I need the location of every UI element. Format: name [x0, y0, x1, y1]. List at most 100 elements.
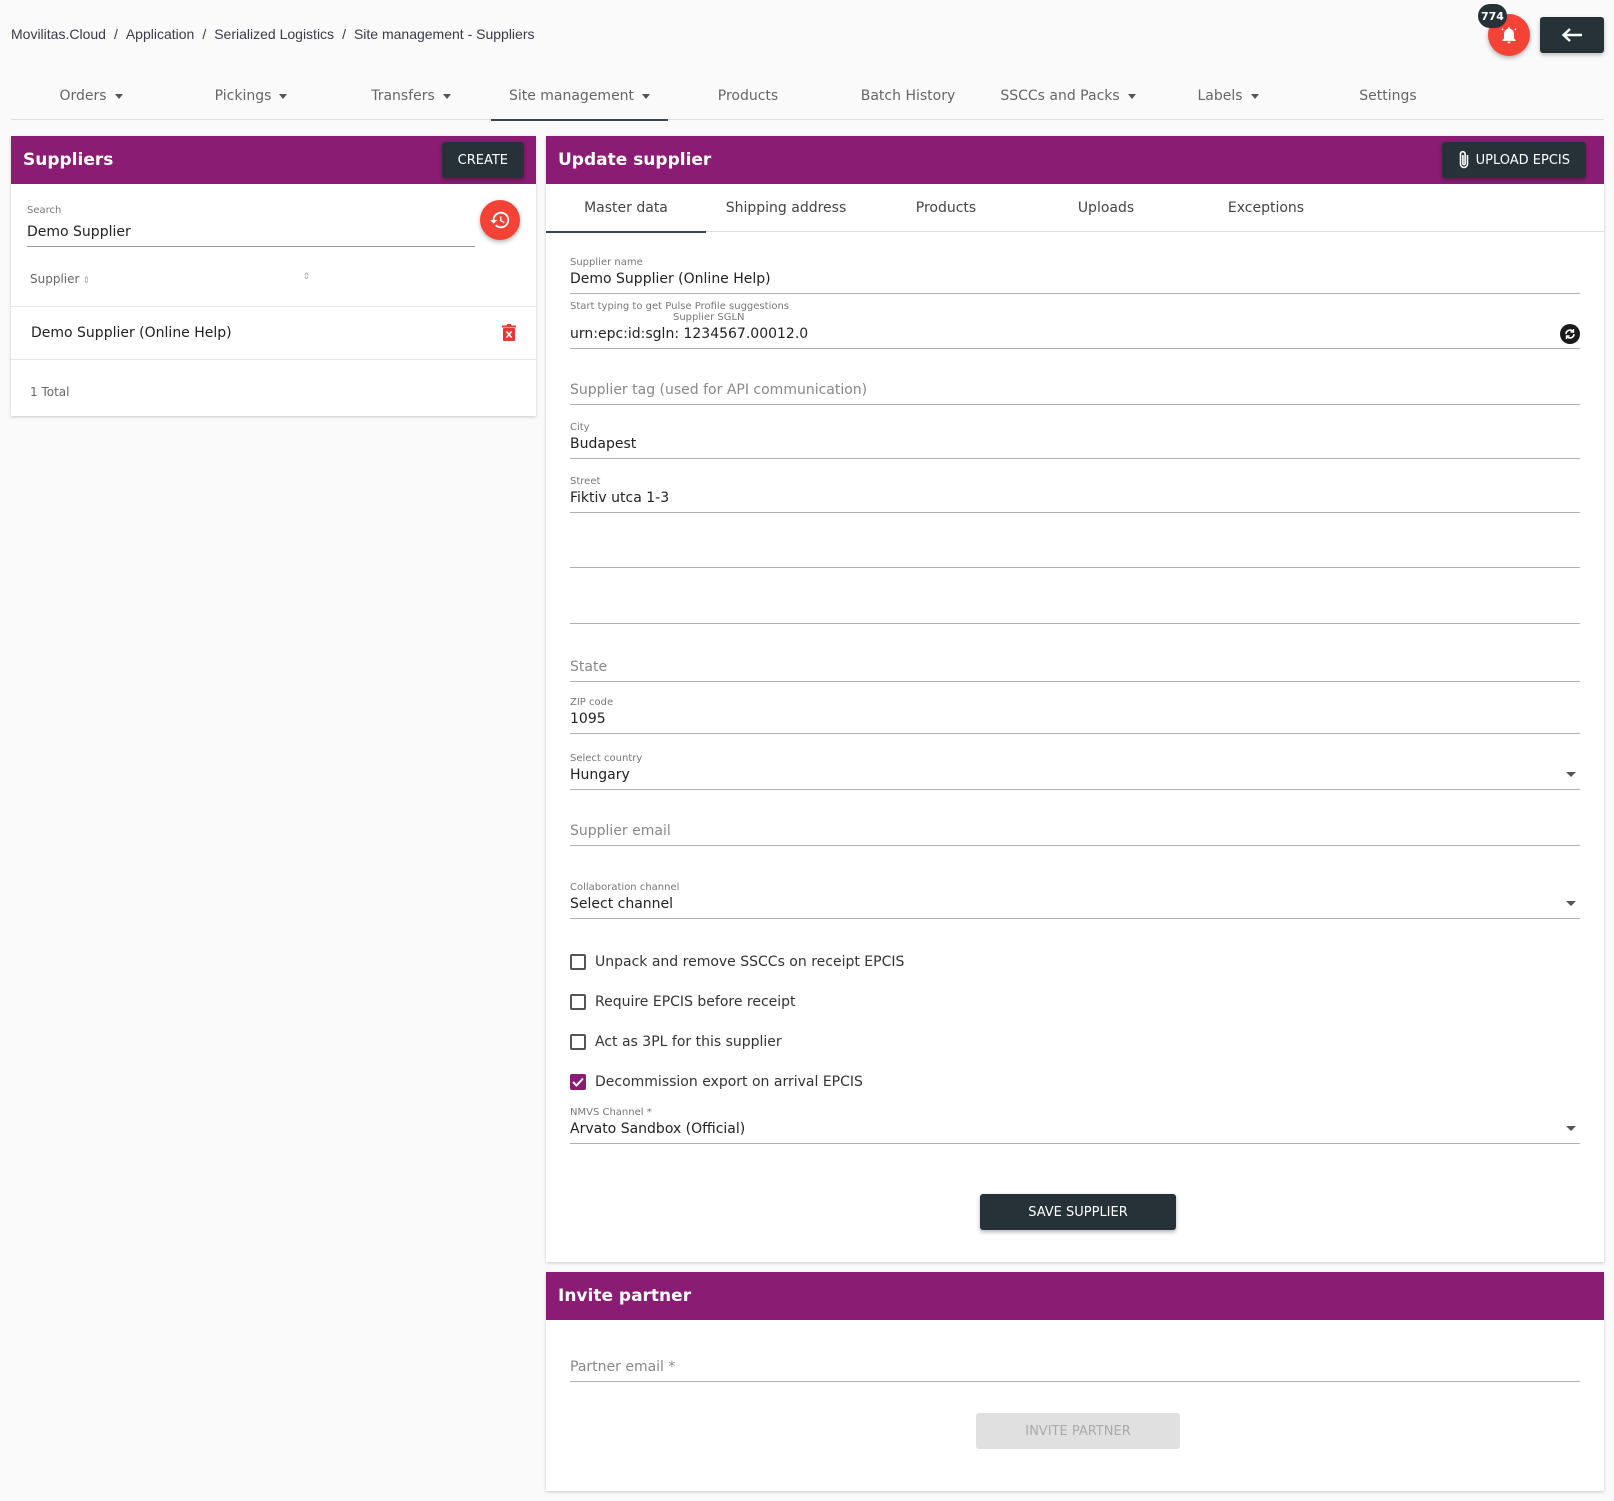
suppliers-header: Suppliers CREATE: [11, 136, 536, 184]
nmvs-channel-label: NMVS Channel *: [570, 1107, 652, 1118]
update-supplier-title: Update supplier: [558, 150, 712, 170]
checkbox-require-epcis[interactable]: Require EPCIS before receipt: [570, 994, 796, 1010]
zip-code-label: ZIP code: [570, 697, 614, 708]
search-input[interactable]: [27, 221, 475, 247]
nav-settings[interactable]: Settings: [1308, 72, 1468, 120]
search-field: Search: [27, 198, 475, 247]
nav-batch-history[interactable]: Batch History: [828, 72, 988, 120]
country-label: Select country: [570, 753, 643, 764]
nav-labels[interactable]: Labels: [1148, 72, 1308, 120]
breadcrumb-serialized-logistics[interactable]: Serialized Logistics: [214, 26, 334, 42]
collaboration-channel-label: Collaboration channel: [570, 882, 680, 893]
check-icon: [572, 1077, 584, 1087]
caret-down-icon: [1566, 772, 1576, 777]
notification-count-badge: 774: [1478, 4, 1507, 28]
country-value: Hungary: [570, 767, 630, 783]
breadcrumb-application[interactable]: Application: [126, 26, 195, 42]
search-label: Search: [27, 205, 62, 216]
city-field[interactable]: City Budapest: [570, 422, 1580, 459]
total-count: 1 Total: [30, 385, 70, 399]
nmvs-channel-value: Arvato Sandbox (Official): [570, 1121, 746, 1137]
sort-icon: ⇕: [82, 276, 90, 286]
supplier-sgln-field[interactable]: Supplier SGLN urn:epc:id:sgln: 1234567.0…: [570, 312, 1580, 349]
pulse-profile-hint: Start typing to get Pulse Profile sugges…: [570, 301, 790, 312]
city-value: Budapest: [570, 436, 637, 452]
tab-products[interactable]: Products: [866, 184, 1026, 232]
collaboration-channel-select[interactable]: Collaboration channel Select channel: [570, 882, 1580, 919]
supplier-name-value: Demo Supplier (Online Help): [570, 271, 771, 287]
tab-master-data[interactable]: Master data: [546, 184, 706, 233]
tab-shipping-address[interactable]: Shipping address: [706, 184, 866, 232]
partner-email-field[interactable]: Partner email *: [570, 1357, 1580, 1382]
breadcrumb-movilitas[interactable]: Movilitas.Cloud: [11, 26, 106, 42]
save-supplier-button[interactable]: SAVE SUPPLIER: [980, 1194, 1176, 1230]
collaboration-channel-value: Select channel: [570, 896, 674, 912]
tab-exceptions[interactable]: Exceptions: [1186, 184, 1346, 232]
country-select[interactable]: Select country Hungary: [570, 753, 1580, 790]
nav-site-management[interactable]: Site management: [491, 72, 668, 121]
checkbox-unpack-sscc[interactable]: Unpack and remove SSCCs on receipt EPCIS: [570, 954, 904, 970]
supplier-email-placeholder: Supplier email: [570, 823, 671, 839]
supplier-tabs: Master data Shipping address Products Up…: [546, 184, 1604, 233]
history-icon: [489, 211, 510, 229]
invite-partner-title: Invite partner: [558, 1286, 692, 1306]
sort-icon: ⇕: [302, 272, 310, 282]
arrow-left-icon: [1561, 28, 1582, 42]
nav-pickings[interactable]: Pickings: [171, 72, 331, 120]
nav-transfers[interactable]: Transfers: [331, 72, 491, 120]
state-field[interactable]: State: [570, 657, 1580, 682]
caret-down-icon: [114, 93, 123, 99]
tab-uploads[interactable]: Uploads: [1026, 184, 1186, 232]
invite-partner-panel: Invite partner Partner email * INVITE PA…: [546, 1272, 1604, 1491]
breadcrumb: Movilitas.Cloud / Application / Serializ…: [11, 26, 535, 42]
caret-down-icon: [442, 93, 451, 99]
breadcrumb-separator: /: [113, 26, 118, 42]
checkbox-icon: [570, 994, 586, 1010]
caret-down-icon: [642, 93, 651, 99]
supplier-email-field[interactable]: Supplier email: [570, 821, 1580, 846]
paperclip-icon: [1459, 150, 1468, 169]
create-button[interactable]: CREATE: [441, 142, 524, 178]
main-nav: Orders Pickings Transfers Site managemen…: [11, 72, 1604, 121]
delete-icon[interactable]: [502, 324, 516, 342]
back-button[interactable]: [1540, 17, 1604, 53]
checkbox-icon: [570, 1034, 586, 1050]
caret-down-icon: [1127, 93, 1136, 99]
supplier-column-header[interactable]: Supplier ⇕ ⇕: [30, 272, 310, 286]
checkbox-decommission-export[interactable]: Decommission export on arrival EPCIS: [570, 1074, 863, 1090]
nmvs-channel-select[interactable]: NMVS Channel * Arvato Sandbox (Official): [570, 1107, 1580, 1144]
nav-orders[interactable]: Orders: [11, 72, 171, 120]
checkbox-icon: [570, 954, 586, 970]
upload-epcis-button[interactable]: UPLOAD EPCIS: [1441, 142, 1586, 178]
nav-products[interactable]: Products: [668, 72, 828, 120]
table-row[interactable]: Demo Supplier (Online Help): [11, 306, 536, 360]
supplier-tag-field[interactable]: Supplier tag (used for API communication…: [570, 380, 1580, 405]
notifications: 774: [1478, 4, 1530, 56]
reset-search-button[interactable]: [480, 200, 520, 240]
checkbox-act-as-3pl[interactable]: Act as 3PL for this supplier: [570, 1034, 782, 1050]
breadcrumb-separator: /: [202, 26, 207, 42]
caret-down-icon: [1250, 93, 1259, 99]
breadcrumb-separator: /: [342, 26, 346, 42]
update-supplier-header: Update supplier UPLOAD EPCIS: [546, 136, 1604, 184]
supplier-name-field[interactable]: Supplier name Demo Supplier (Online Help…: [570, 257, 1580, 294]
supplier-sgln-label: Supplier SGLN: [673, 312, 745, 323]
supplier-sgln-value: urn:epc:id:sgln: 1234567.00012.0: [570, 326, 809, 342]
sync-icon[interactable]: [1560, 324, 1580, 344]
caret-down-icon: [1566, 1126, 1576, 1131]
caret-down-icon: [279, 93, 288, 99]
address-line-2-field[interactable]: [570, 531, 1580, 568]
address-line-3-field[interactable]: [570, 587, 1580, 624]
nav-ssccs-and-packs[interactable]: SSCCs and Packs: [988, 72, 1148, 120]
zip-code-value: 1095: [570, 711, 606, 727]
invite-partner-header: Invite partner: [546, 1272, 1604, 1320]
update-supplier-panel: Update supplier UPLOAD EPCIS Master data…: [546, 136, 1604, 1262]
street-field[interactable]: Street Fiktiv utca 1-3: [570, 476, 1580, 513]
suppliers-panel: Suppliers CREATE Search Supplier⇕ ⇕ Demo…: [11, 136, 536, 416]
bell-icon: [1501, 27, 1517, 44]
city-label: City: [570, 422, 590, 433]
caret-down-icon: [1566, 901, 1576, 906]
invite-partner-button[interactable]: INVITE PARTNER: [976, 1413, 1180, 1449]
zip-code-field[interactable]: ZIP code 1095: [570, 697, 1580, 734]
breadcrumb-current: Site management - Suppliers: [353, 26, 535, 42]
